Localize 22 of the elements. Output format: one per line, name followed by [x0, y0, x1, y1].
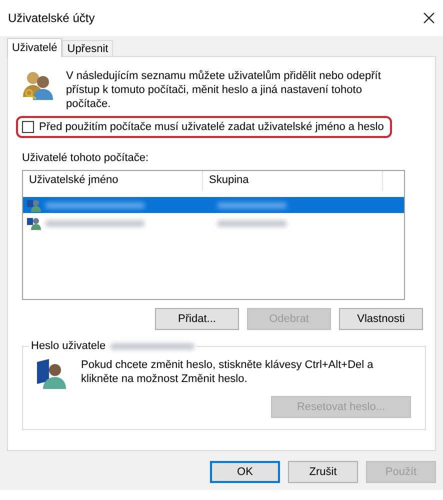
intro-text: V následujícím seznamu můžete uživatelům přidělit nebo odepřít přístup k tomuto počítači, měnit heslo a jiná nastavení tohoto počítače.: [66, 69, 382, 111]
blurred-text: [217, 202, 287, 208]
column-header[interactable]: Skupina: [203, 171, 383, 191]
user-row[interactable]: [23, 197, 404, 213]
blurred-text: [217, 220, 287, 226]
user-action-button[interactable]: Přidat...: [155, 308, 239, 330]
password-hint: Pokud chcete změnit heslo, stiskněte klávesy Ctrl+Alt+Del a klikněte na možnost Změnit heslo.: [81, 358, 374, 387]
require-login-checkbox[interactable]: Před použitím počítače musí uživatelé zadat uživatelské jméno a heslo: [16, 116, 392, 138]
dialog-button[interactable]: Zrušit: [288, 461, 358, 483]
column-header[interactable]: Uživatelské jméno: [23, 171, 203, 191]
dialog-button[interactable]: OK: [210, 461, 280, 483]
group-title: Heslo uživatele: [31, 340, 106, 352]
user-icon: [27, 216, 41, 230]
user-action-button[interactable]: Vlastnosti: [339, 308, 423, 330]
tab[interactable]: Upřesnit: [62, 40, 114, 56]
user-monitor-icon: [35, 358, 67, 390]
user-icon: [27, 198, 41, 212]
users-icon: [22, 69, 54, 101]
tab[interactable]: Uživatelé: [7, 38, 62, 57]
close-icon[interactable]: [423, 12, 435, 24]
window-title: Uživatelské účty: [8, 11, 95, 25]
users-label: Uživatelé tohoto počítače:: [21, 152, 150, 164]
